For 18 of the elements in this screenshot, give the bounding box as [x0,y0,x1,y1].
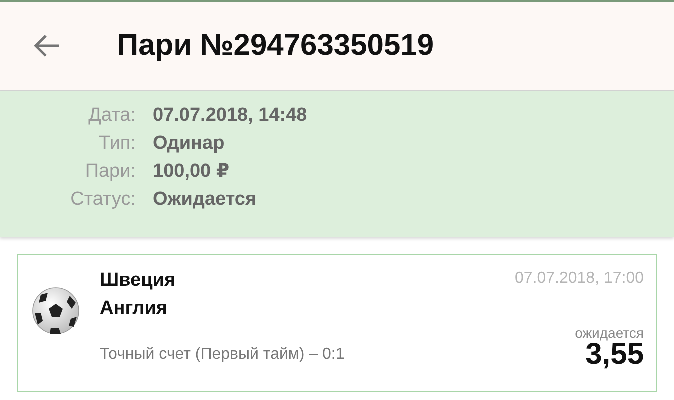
bet-status: ожидается [575,326,644,340]
back-arrow-icon [33,34,61,58]
bet-market: Точный счет (Первый тайм) – 0:1 [100,346,346,364]
detail-label: Пари: [84,160,136,183]
page-title: Пари №294763350519 [117,29,434,63]
detail-label: Дата: [88,104,136,127]
team-name: Швеция [100,269,177,293]
odds-value: 3,55 [586,340,644,370]
detail-value: 07.07.2018, 14:48 [153,104,308,127]
event-card[interactable]: Швеция Англия Точный счет (Первый тайм) – 0:1 07.07.2018, 17:00 ожидается 3,55 [17,254,657,392]
detail-label: Тип: [98,132,136,155]
detail-value: Одинар [153,132,226,155]
detail-value: 100,00 ₽ [153,160,231,183]
soccer-ball-icon [32,287,80,335]
detail-label: Статус: [70,188,136,211]
team-name: Англия [100,297,168,321]
detail-value: Ожидается [153,188,258,211]
event-datetime: 07.07.2018, 17:00 [514,270,644,288]
